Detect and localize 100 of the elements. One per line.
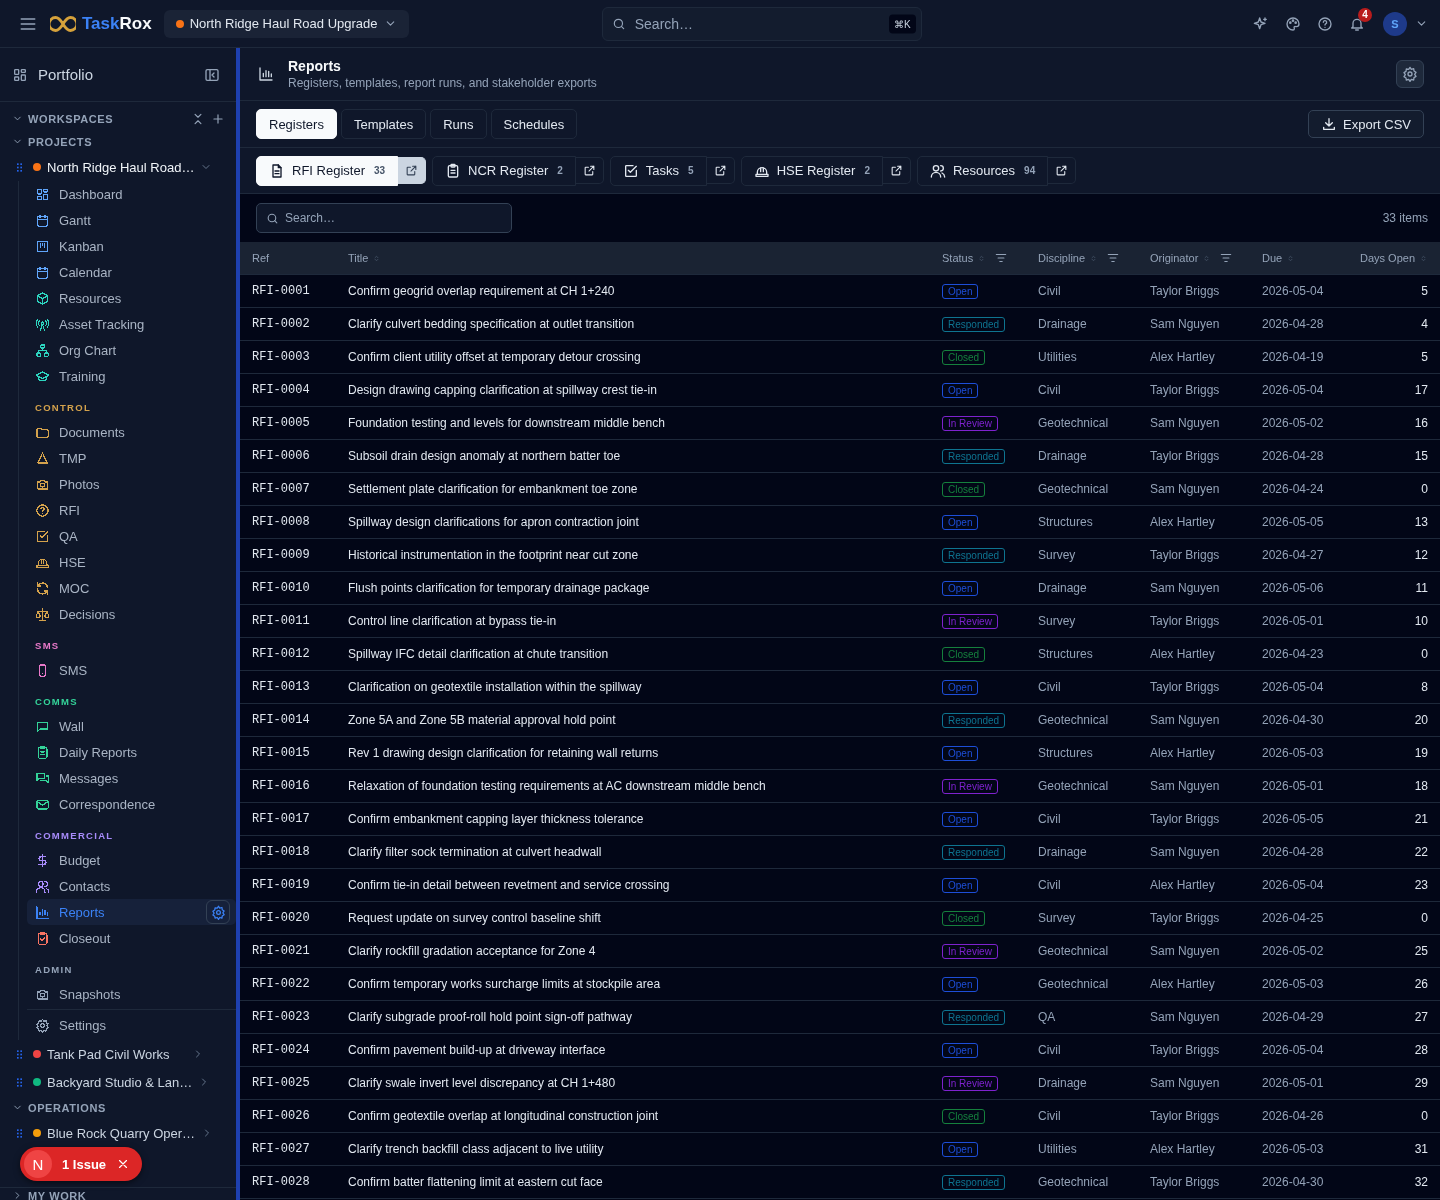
nav-item[interactable]: Decisions	[27, 602, 230, 626]
nav-item[interactable]: Correspondence	[27, 792, 230, 816]
nav-item[interactable]: HSE	[27, 550, 230, 574]
portfolio-link[interactable]: Portfolio	[12, 66, 94, 83]
section-header[interactable]: WORKSPACES	[12, 112, 188, 125]
issue-toast[interactable]: N 1 Issue	[20, 1147, 143, 1181]
due-date-cell-text: 2026-05-05	[1262, 515, 1325, 529]
nav-item[interactable]: Closeout	[27, 926, 230, 950]
user-menu[interactable]: S	[1383, 11, 1428, 36]
days-open-cell: 12	[1414, 548, 1428, 562]
settings-button[interactable]	[206, 900, 230, 924]
discipline-cell-text: Geotechnical	[1038, 977, 1110, 991]
column-header[interactable]: Title	[348, 252, 369, 264]
due-date-cell-text: 2026-05-04	[1262, 878, 1325, 892]
nav-item[interactable]: MOC	[27, 576, 230, 600]
register-tab[interactable]: HSE Register 2	[740, 155, 883, 186]
nav-item[interactable]: Daily Reports	[27, 740, 230, 764]
export-button[interactable]: Export CSV	[1308, 110, 1424, 138]
project-item[interactable]: North Ridge Haul Road…	[27, 154, 213, 180]
project-item[interactable]: Blue Rock Quarry Oper…	[27, 1120, 214, 1146]
tab[interactable]: Registers	[256, 109, 337, 139]
notifications-button[interactable]: 4	[1341, 7, 1373, 40]
due-date-cell-text: 2026-04-23	[1262, 647, 1325, 661]
register-tab[interactable]: NCR Register 2	[432, 155, 576, 186]
register-tab[interactable]: Tasks 5	[609, 155, 707, 186]
drag-handle-icon[interactable]	[17, 1049, 22, 1059]
section-header[interactable]: MY WORK	[12, 1189, 228, 1200]
days-open-cell: 8	[1421, 680, 1428, 694]
originator-cell-text: Sam Nguyen	[1150, 713, 1221, 727]
nav-item[interactable]: Kanban	[27, 234, 230, 258]
discipline-cell-text: Survey	[1038, 548, 1077, 562]
nav-item[interactable]: SMS	[27, 658, 230, 682]
project-item[interactable]: Backyard Studio & Lan…	[27, 1069, 211, 1095]
register-tab[interactable]: RFI Register 33	[256, 155, 399, 186]
ref-cell-text: RFI-0006	[252, 449, 311, 463]
days-open-cell: 22	[1414, 845, 1428, 859]
originator-cell-text: Sam Nguyen	[1150, 581, 1221, 595]
ref-cell-text: RFI-0024	[252, 1043, 311, 1057]
nav-item[interactable]: Documents	[27, 420, 230, 444]
nav-item[interactable]: Snapshots	[27, 982, 230, 1006]
nav-item[interactable]: Training	[27, 364, 230, 388]
nav-item[interactable]: Calendar	[27, 260, 230, 284]
ref-cell-text: RFI-0020	[252, 911, 311, 925]
discipline-cell-text: Civil	[1038, 878, 1062, 892]
drag-handle-icon[interactable]	[17, 1128, 22, 1138]
column-header[interactable]: Discipline	[1038, 252, 1086, 264]
open-external-button[interactable]	[882, 157, 911, 184]
nav-item[interactable]: Settings	[27, 1013, 230, 1037]
nav-item[interactable]: Messages	[27, 766, 230, 790]
open-external-button[interactable]	[706, 157, 735, 184]
title-cell-text: Settlement plate clarification for embankment toe zone	[348, 482, 639, 496]
register-tab[interactable]: Resources 94	[916, 155, 1049, 186]
settings-button[interactable]	[1396, 60, 1424, 88]
title-cell-text: Zone 5A and Zone 5B material approval hold point	[348, 713, 617, 727]
nav-item[interactable]: QA	[27, 524, 230, 548]
nav-item[interactable]: RFI	[27, 498, 230, 522]
group-label: SMS	[35, 639, 61, 653]
column-header[interactable]: Originator	[1150, 252, 1199, 264]
nav-item[interactable]: Resources	[27, 286, 230, 310]
project-selector[interactable]: North Ridge Haul Road Upgrade	[163, 9, 409, 38]
column-header[interactable]: Ref	[252, 252, 270, 264]
open-external-button[interactable]	[575, 157, 604, 184]
tab[interactable]: Schedules	[490, 109, 578, 139]
drag-handle-icon[interactable]	[17, 162, 22, 172]
ref-cell-text: RFI-0014	[252, 713, 311, 727]
section-header[interactable]: OPERATIONS	[12, 1101, 228, 1114]
column-header[interactable]: Days Open	[1359, 252, 1415, 264]
nav-item[interactable]: Budget	[27, 848, 230, 872]
tab[interactable]: Templates	[340, 109, 427, 139]
nav-item[interactable]: Asset Tracking	[27, 312, 230, 336]
originator-cell-text: Alex Hartley	[1150, 647, 1216, 661]
status-tag: Responded	[942, 316, 1006, 332]
ref-cell-text: RFI-0026	[252, 1109, 311, 1123]
section-header[interactable]: PROJECTS	[12, 135, 228, 148]
status-tag: Closed	[942, 1108, 986, 1124]
title-cell-text: Historical instrumentation in the footprint near cut zone	[348, 548, 640, 562]
column-header[interactable]: Due	[1262, 252, 1283, 264]
status-tag: Closed	[942, 481, 986, 497]
nav-item[interactable]: Dashboard	[27, 182, 230, 206]
status-tag: Responded	[942, 547, 1006, 563]
nav-item[interactable]: Gantt	[27, 208, 230, 232]
nav-item[interactable]: TMP	[27, 446, 230, 470]
discipline-cell-text: Drainage	[1038, 317, 1088, 331]
search-field[interactable]: Search…	[256, 203, 512, 233]
title-cell-text: Request update on survey control baseline shift	[348, 911, 602, 925]
open-external-button[interactable]	[1048, 157, 1077, 184]
nav-item[interactable]: Photos	[27, 472, 230, 496]
title-cell-text: Clarify filter sock termination at culvert headwall	[348, 845, 603, 859]
status-tag: Open	[942, 877, 979, 893]
tab[interactable]: Runs	[430, 109, 487, 139]
project-item[interactable]: Tank Pad Civil Works	[27, 1041, 204, 1067]
nav-item[interactable]: Wall	[27, 714, 230, 738]
days-open-cell: 13	[1414, 515, 1428, 529]
days-open-cell: 0	[1421, 647, 1428, 661]
ref-cell-text: RFI-0023	[252, 1010, 311, 1024]
drag-handle-icon[interactable]	[17, 1077, 22, 1087]
column-header[interactable]: Status	[942, 252, 974, 264]
nav-item[interactable]: Contacts	[27, 874, 230, 898]
nav-item[interactable]: Org Chart	[27, 338, 230, 362]
discipline-cell-text: Geotechnical	[1038, 416, 1110, 430]
